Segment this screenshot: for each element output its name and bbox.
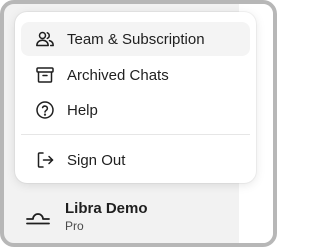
menu-item-archived-chats[interactable]: Archived Chats — [21, 58, 250, 92]
sign-out-icon — [35, 150, 55, 170]
libra-logo-icon — [24, 207, 52, 227]
account-name: Libra Demo — [65, 199, 148, 217]
account-switcher[interactable]: Libra Demo Pro — [24, 197, 234, 237]
menu-divider — [21, 134, 250, 135]
help-icon — [35, 100, 55, 120]
account-menu: Team & Subscription Archived Chats Help … — [15, 12, 256, 183]
menu-item-help[interactable]: Help — [21, 93, 250, 127]
menu-item-team-subscription[interactable]: Team & Subscription — [21, 22, 250, 56]
team-icon — [35, 29, 55, 49]
archive-icon — [35, 65, 55, 85]
menu-item-label: Team & Subscription — [67, 30, 205, 48]
menu-item-label: Help — [67, 101, 98, 119]
sidebar-panel: Team & Subscription Archived Chats Help … — [0, 0, 277, 247]
menu-item-sign-out[interactable]: Sign Out — [21, 143, 250, 177]
account-plan-badge: Pro — [65, 219, 84, 234]
menu-item-label: Sign Out — [67, 151, 126, 169]
account-info: Libra Demo Pro — [65, 199, 148, 234]
menu-item-label: Archived Chats — [67, 66, 169, 84]
